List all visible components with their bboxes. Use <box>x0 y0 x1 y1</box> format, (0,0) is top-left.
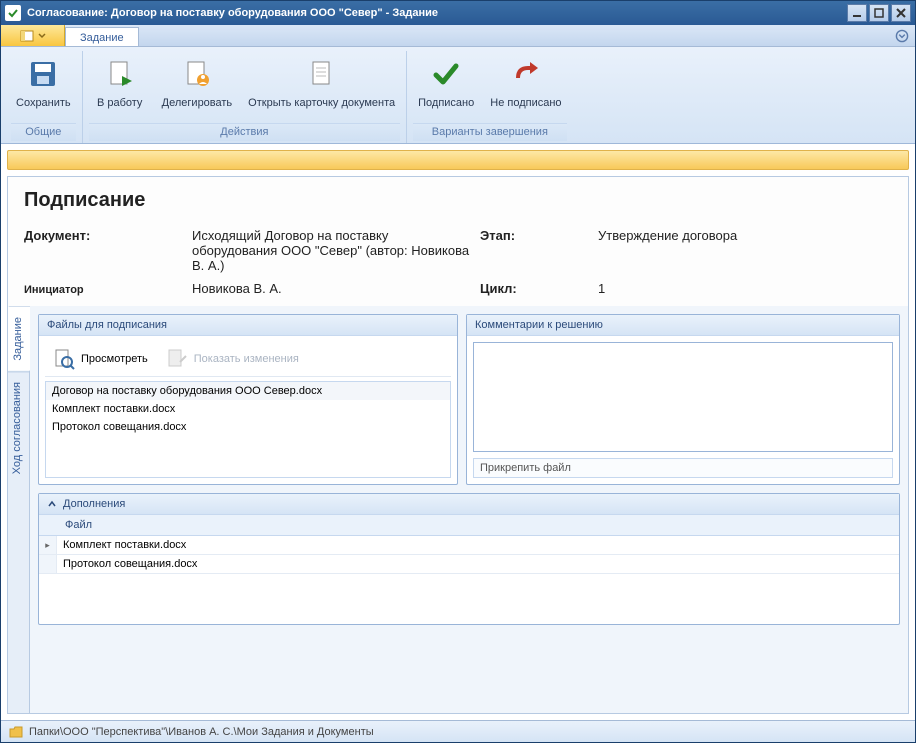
row-indicator-icon: ▸ <box>39 536 57 554</box>
document-label: Документ: <box>24 228 184 273</box>
diff-icon <box>166 348 188 370</box>
task-body: Файлы для подписания Просмотреть Показат… <box>30 306 908 713</box>
signed-button[interactable]: Подписано <box>413 55 479 119</box>
additions-row[interactable]: ▸ Комплект поставки.docx <box>39 536 899 555</box>
show-changes-button: Показать изменения <box>162 346 303 372</box>
file-item[interactable]: Комплект поставки.docx <box>46 400 450 418</box>
additions-panel: Дополнения Файл ▸ Комплект поставки.docx… <box>38 493 900 625</box>
titlebar: Согласование: Договор на поставку оборуд… <box>1 1 915 25</box>
save-button[interactable]: Сохранить <box>11 55 76 119</box>
ribbon-group-common: Сохранить Общие <box>5 51 83 143</box>
check-icon <box>430 58 462 90</box>
ribbon-group-actions: В работу Делегировать Открыть карточку д… <box>83 51 407 143</box>
open-card-button[interactable]: Открыть карточку документа <box>243 55 400 119</box>
notice-bar <box>7 150 909 170</box>
attach-file-button[interactable]: Прикрепить файл <box>473 458 893 478</box>
page-heading: Подписание <box>24 189 892 212</box>
vtab-task[interactable]: Задание <box>8 306 30 371</box>
window-title: Согласование: Договор на поставку оборуд… <box>27 7 847 19</box>
cycle-value: 1 <box>598 281 892 296</box>
main-area: Подписание Документ: Исходящий Договор н… <box>7 176 909 714</box>
ribbon-group-finish: Подписано Не подписано Варианты завершен… <box>407 51 572 143</box>
comments-panel-title: Комментарии к решению <box>467 315 899 336</box>
quick-access-bar: Задание <box>1 25 915 47</box>
additions-title: Дополнения <box>63 498 125 510</box>
not-signed-button[interactable]: Не подписано <box>485 55 566 119</box>
floppy-icon <box>27 58 59 90</box>
open-document-icon <box>306 58 338 90</box>
vertical-tab-container: Задание Ход согласования Файлы для подпи… <box>8 306 908 713</box>
magnifier-icon <box>53 348 75 370</box>
files-panel-title: Файлы для подписания <box>39 315 457 336</box>
file-item[interactable]: Договор на поставку оборудования ООО Сев… <box>46 382 450 400</box>
stage-label: Этап: <box>480 228 590 273</box>
app-window: Согласование: Договор на поставку оборуд… <box>0 0 916 743</box>
statusbar: Папки\ООО "Перспектива"\Иванов А. С.\Мои… <box>1 720 915 742</box>
tab-task[interactable]: Задание <box>65 27 139 46</box>
delegate-icon <box>181 58 213 90</box>
redo-arrow-icon <box>510 58 542 90</box>
additions-row[interactable]: Протокол совещания.docx <box>39 555 899 574</box>
comments-textarea[interactable] <box>473 342 893 452</box>
file-list: Договор на поставку оборудования ООО Сев… <box>45 381 451 478</box>
view-file-button[interactable]: Просмотреть <box>49 346 152 372</box>
info-panel: Подписание Документ: Исходящий Договор н… <box>8 177 908 298</box>
statusbar-path: Папки\ООО "Перспектива"\Иванов А. С.\Мои… <box>29 726 374 738</box>
document-play-icon <box>104 58 136 90</box>
cycle-label: Цикл: <box>480 281 590 296</box>
ribbon-collapse-icon[interactable] <box>895 29 909 43</box>
minimize-button[interactable] <box>847 4 867 22</box>
vtab-history[interactable]: Ход согласования <box>8 371 29 484</box>
chevron-up-icon[interactable] <box>47 499 57 509</box>
start-work-button[interactable]: В работу <box>89 55 151 119</box>
quick-menu-button[interactable] <box>1 25 65 46</box>
maximize-button[interactable] <box>869 4 889 22</box>
document-value: Исходящий Договор на поставку оборудован… <box>192 228 472 273</box>
initiator-value: Новикова В. А. <box>192 281 472 296</box>
stage-value: Утверждение договора <box>598 228 892 273</box>
additions-col-file: Файл <box>65 519 891 531</box>
close-button[interactable] <box>891 4 911 22</box>
folder-icon <box>9 725 23 739</box>
file-item[interactable]: Протокол совещания.docx <box>46 418 450 436</box>
files-panel: Файлы для подписания Просмотреть Показат… <box>38 314 458 485</box>
ribbon: Сохранить Общие В работу Делегировать От… <box>1 47 915 144</box>
delegate-button[interactable]: Делегировать <box>157 55 238 119</box>
app-icon <box>5 5 21 21</box>
comments-panel: Комментарии к решению Прикрепить файл <box>466 314 900 485</box>
initiator-label: Инициатор <box>24 281 184 296</box>
